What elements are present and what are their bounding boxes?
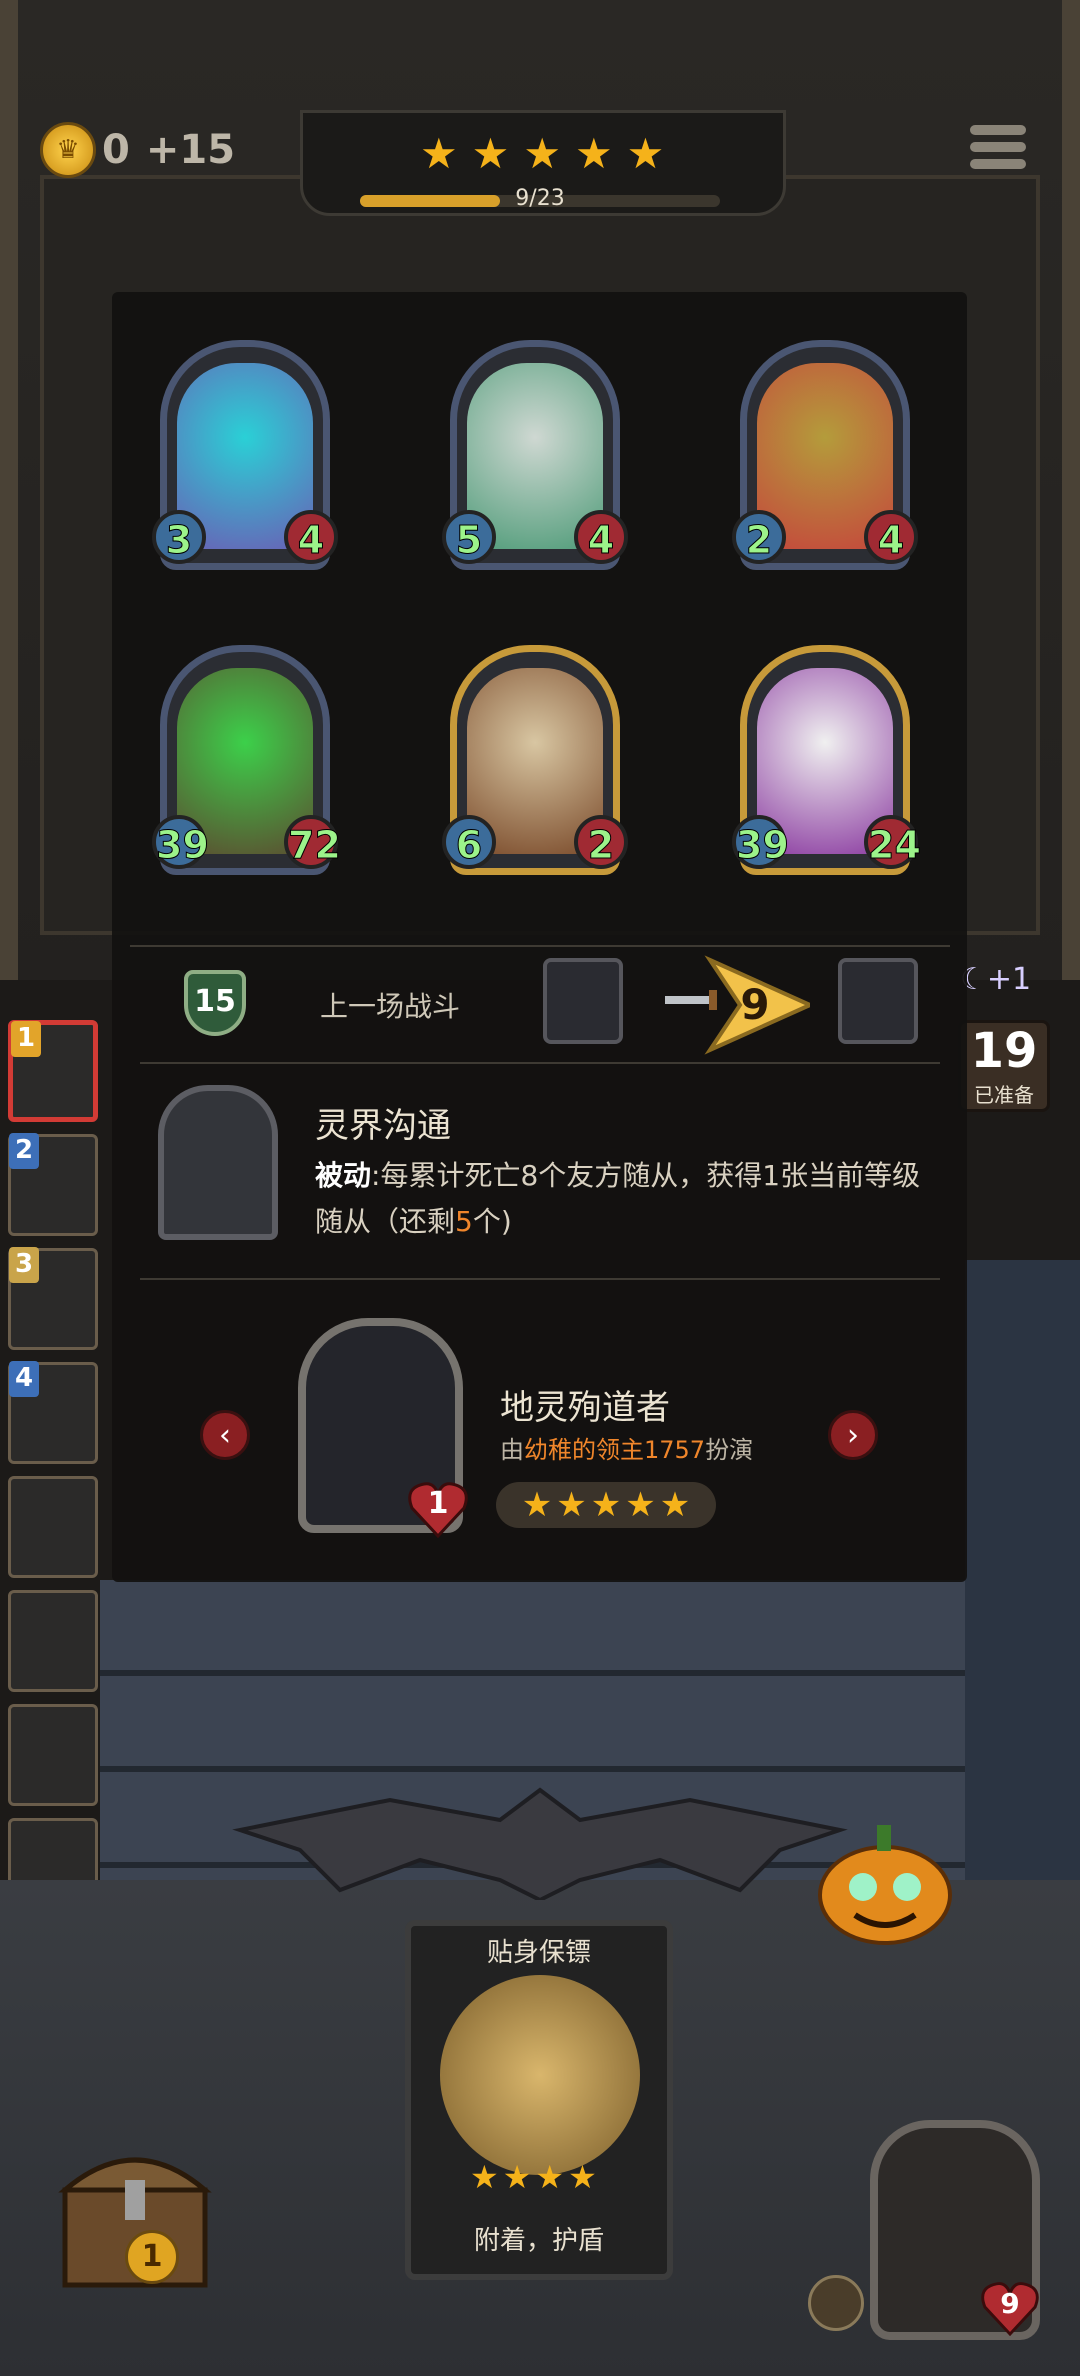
star-icon: ★ — [574, 129, 613, 178]
ready-count: 19 — [970, 1023, 1038, 1079]
ability-title: 灵界沟通 — [315, 1106, 451, 1146]
player-hero-name: 地灵殉道者 — [500, 1388, 670, 1428]
divider — [140, 1062, 940, 1064]
gold-income: +15 — [145, 127, 236, 173]
star-icon: ★ — [521, 1485, 553, 1525]
bonus-text: +1 — [986, 962, 1032, 997]
warband-slot[interactable] — [8, 1476, 98, 1578]
gold-counter: ♛ 0 +15 — [40, 120, 235, 180]
player-stars: ★ ★ ★ ★ ★ — [496, 1482, 716, 1528]
minion-attack: 2 — [732, 510, 786, 564]
star-icon: ★ — [535, 2158, 565, 2196]
xp-bar-fill — [360, 195, 501, 207]
ready-label: 已准备 — [974, 1083, 1034, 1107]
star-icon: ★ — [470, 2158, 499, 2196]
slot-number: 2 — [9, 1133, 39, 1169]
star-icon: ★ — [626, 129, 665, 178]
menu-icon[interactable] — [970, 125, 1026, 175]
last-battle-opponent-avatar — [838, 958, 918, 1044]
minion-attack: 3 — [152, 510, 206, 564]
crown-coin-icon: ♛ — [40, 122, 96, 178]
bodyguard-description: 附着，护盾 — [473, 2226, 604, 2256]
frame-right — [1062, 0, 1080, 980]
bat-emblem-icon — [232, 1787, 848, 1900]
warband-slot[interactable] — [8, 1590, 98, 1692]
minion-health: 4 — [864, 510, 918, 564]
star-icon: ★ — [590, 1485, 622, 1525]
pumpkin-pet-icon[interactable] — [815, 1815, 955, 1945]
frame-left — [0, 0, 18, 980]
minion-health: 4 — [574, 510, 628, 564]
minion-attack: 39 — [152, 815, 209, 869]
star-icon: ★ — [568, 2158, 597, 2196]
warband-slot[interactable]: 3 — [8, 1247, 98, 1350]
pillar — [965, 1260, 1080, 1880]
last-battle-player-avatar — [543, 958, 623, 1044]
slot-number: 4 — [9, 1361, 39, 1397]
star-icon: ★ — [471, 129, 510, 178]
star-icon: ★ — [556, 1485, 587, 1525]
ability-description: 被动:每累计死亡8个友方随从，获得1张当前等级随从（还剩5个) — [315, 1153, 935, 1245]
tier-shield-badge: 15 — [184, 970, 246, 1036]
ready-counter: 19 已准备 — [958, 1020, 1050, 1112]
bodyguard-portrait — [440, 1975, 640, 2175]
tier-stars: ★ ★ ★ ★ ★ — [420, 133, 664, 175]
hero-health: 9 — [1000, 2287, 1020, 2320]
minion-health: 4 — [284, 510, 338, 564]
star-icon: ★ — [625, 1485, 656, 1525]
slot-number: 1 — [11, 1021, 41, 1057]
minion-attack: 5 — [442, 510, 496, 564]
sub-prefix: 由 — [500, 1436, 524, 1464]
divider — [130, 945, 950, 947]
minion-attack: 6 — [442, 815, 496, 869]
bodyguard-title: 贴身保镖 — [486, 1938, 591, 1968]
damage-value: 9 — [740, 980, 770, 1029]
xp-text: 9/23 — [515, 186, 565, 211]
ability-keyword: 被动 — [315, 1159, 372, 1192]
ability-remaining: 5 — [455, 1205, 473, 1238]
warband-slot[interactable]: 4 — [8, 1361, 98, 1464]
warband-slot[interactable]: 2 — [8, 1133, 98, 1236]
star-icon: ★ — [523, 129, 561, 178]
prev-player-button[interactable]: ‹ — [200, 1410, 250, 1460]
ability-desc-part1: :每累计死亡8个友方随从，获得1张当前等级随从（还剩 — [315, 1159, 921, 1238]
chest-count: 1 — [125, 2230, 179, 2284]
hero-power-button[interactable] — [808, 2275, 864, 2331]
bodyguard-stars: ★ ★ ★ ★ — [470, 2158, 597, 2196]
moon-bonus: ☾+1 — [960, 962, 1032, 997]
ability-desc-part2: 个) — [472, 1205, 512, 1238]
hero-power-icon — [158, 1085, 278, 1240]
minion-health: 72 — [284, 815, 341, 869]
warband-slot[interactable] — [8, 1704, 98, 1806]
warband-slot[interactable]: 1 — [8, 1020, 98, 1122]
player-username: 幼稚的领主1757 — [524, 1436, 706, 1464]
next-player-button[interactable]: › — [828, 1410, 878, 1460]
last-battle-label: 上一场战斗 — [320, 990, 461, 1023]
star-icon: ★ — [502, 2158, 532, 2196]
player-subtitle: 由幼稚的领主1757扮演 — [500, 1430, 753, 1465]
star-icon: ★ — [420, 129, 458, 178]
sub-suffix: 扮演 — [705, 1436, 754, 1464]
gold-amount: 0 — [102, 127, 130, 173]
minion-health: 24 — [864, 815, 921, 869]
minion-health: 2 — [574, 815, 628, 869]
minion-attack: 39 — [732, 815, 789, 869]
player-health: 1 — [427, 1486, 449, 1521]
divider — [140, 1278, 940, 1280]
star-icon: ★ — [659, 1485, 691, 1525]
slot-number: 3 — [9, 1247, 39, 1283]
